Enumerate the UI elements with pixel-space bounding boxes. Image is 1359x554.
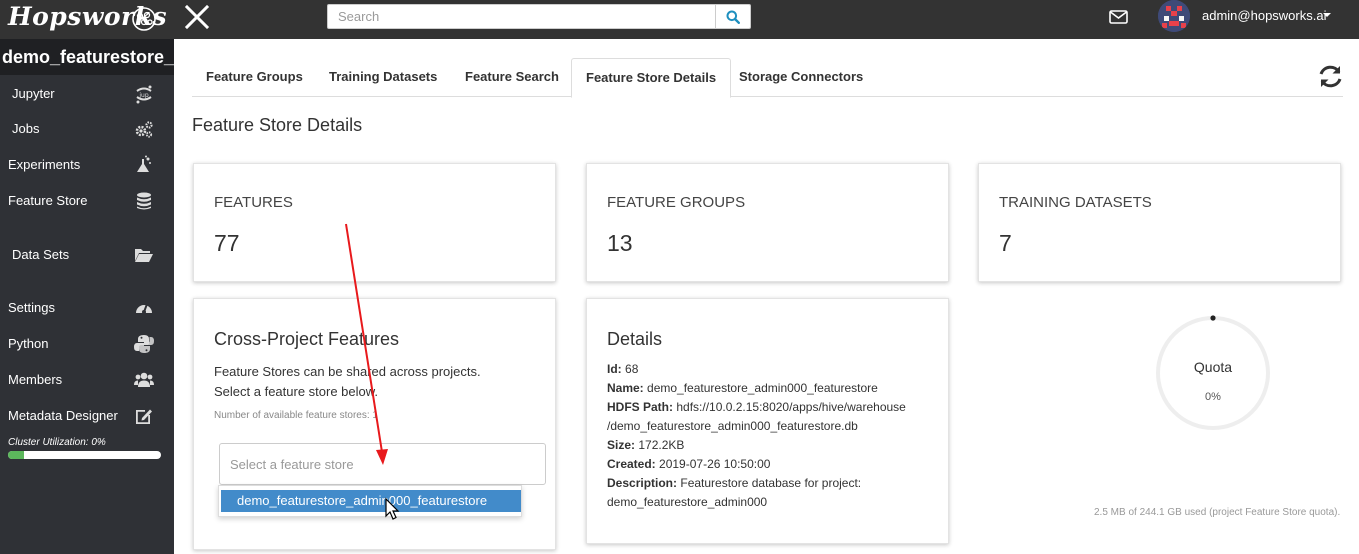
chevron-down-icon[interactable] xyxy=(1323,13,1331,17)
sidebar-item-label: Members xyxy=(8,372,63,387)
sidebar-item-jobs[interactable]: Jobs xyxy=(0,114,174,144)
cross-project-description: Feature Stores can be shared across proj… xyxy=(214,364,481,399)
dashboard-icon xyxy=(136,303,152,314)
sidebar-item-label: Experiments xyxy=(8,157,81,172)
quota-marker xyxy=(1210,315,1216,321)
close-icon[interactable] xyxy=(184,4,210,30)
project-title[interactable]: demo_featurestore_admin000 xyxy=(0,39,174,75)
detail-size: Size: 172.2KB xyxy=(607,438,685,452)
sidebar-item-label: Metadata Designer xyxy=(8,408,118,423)
select-placeholder: Select a feature store xyxy=(230,457,354,472)
features-card: FEATURES 77 xyxy=(193,163,556,282)
details-title: Details xyxy=(607,329,663,349)
sidebar-item-label: Python xyxy=(8,336,49,351)
feature-store-tabs: Feature Groups Training Datasets Feature… xyxy=(192,58,1343,98)
avatar[interactable] xyxy=(1158,0,1190,32)
details-list: Id: 68 Name: demo_featurestore_admin000_… xyxy=(607,360,927,512)
available-feature-stores-count: Number of available feature stores: 1 xyxy=(214,410,378,421)
quota-usage-text: 2.5 MB of 244.1 GB used (project Feature… xyxy=(1094,507,1341,518)
feature-store-select[interactable]: Select a feature store xyxy=(219,443,546,485)
sidebar-item-settings[interactable]: Settings xyxy=(0,293,174,323)
stat-value: 13 xyxy=(607,230,633,256)
sidebar-item-jupyter[interactable]: Jupyter jup xyxy=(0,79,174,109)
cluster-utilization-label: Cluster Utilization: 0% xyxy=(8,437,106,448)
detail-id: Id: 68 xyxy=(607,362,639,376)
svg-text:jup: jup xyxy=(138,92,148,99)
detail-hdfs-path-cont: /demo_featurestore_admin000_featurestore… xyxy=(607,419,858,433)
sidebar-item-label: Settings xyxy=(8,300,55,315)
sidebar-item-python[interactable]: Python xyxy=(0,329,174,359)
tab-storage-connectors[interactable]: Storage Connectors xyxy=(725,58,877,97)
user-menu[interactable]: admin@hopsworks.ai xyxy=(1202,8,1326,23)
flask-icon xyxy=(137,155,151,172)
feature-groups-card: FEATURE GROUPS 13 xyxy=(586,163,949,282)
sidebar-item-experiments[interactable]: Experiments xyxy=(0,150,174,180)
detail-name: Name: demo_featurestore_admin000_feature… xyxy=(607,381,878,395)
tab-feature-store-details[interactable]: Feature Store Details xyxy=(571,58,732,98)
cross-project-title: Cross-Project Features xyxy=(214,329,400,349)
identicon-icon xyxy=(1158,0,1190,32)
sidebar-item-label: Data Sets xyxy=(12,247,70,262)
sidebar-item-metadata-designer[interactable]: Metadata Designer xyxy=(0,401,174,431)
jupyter-icon: jup xyxy=(136,85,152,104)
search-icon xyxy=(726,10,740,24)
tab-feature-groups[interactable]: Feature Groups xyxy=(192,58,317,97)
details-card: Details Id: 68 Name: demo_featurestore_a… xyxy=(586,298,949,544)
cluster-utilization-bar xyxy=(8,451,161,459)
refresh-icon[interactable] xyxy=(1317,63,1344,90)
folder-open-icon xyxy=(135,249,153,262)
stat-label: FEATURES xyxy=(214,194,293,211)
hopsworks-logo-icon xyxy=(132,7,156,31)
feature-store-dropdown: demo_featurestore_admin000_featurestore xyxy=(218,485,522,517)
sidebar: demo_featurestore_admin000 Jupyter jup J… xyxy=(0,39,174,554)
top-navbar: Hopsworks Search admin@hopsworks.ai xyxy=(0,0,1359,39)
quota-percent: 0% xyxy=(1205,391,1221,403)
sidebar-item-members[interactable]: Members xyxy=(0,365,174,395)
gears-icon xyxy=(135,121,153,138)
sidebar-item-data-sets[interactable]: Data Sets xyxy=(0,240,174,270)
cluster-utilization-fill xyxy=(8,451,24,459)
edit-icon xyxy=(136,409,152,424)
detail-created: Created: 2019-07-26 10:50:00 xyxy=(607,457,771,471)
tab-feature-search[interactable]: Feature Search xyxy=(451,58,573,97)
users-icon xyxy=(134,372,154,387)
training-datasets-card: TRAINING DATASETS 7 xyxy=(978,163,1341,282)
database-icon xyxy=(137,192,151,210)
mail-icon[interactable] xyxy=(1109,9,1128,25)
detail-description: Description: Featurestore database for p… xyxy=(607,476,862,490)
detail-hdfs-path: HDFS Path: hdfs://10.0.2.15:8020/apps/hi… xyxy=(607,400,906,414)
tab-training-datasets[interactable]: Training Datasets xyxy=(315,58,451,97)
quota-label: Quota xyxy=(1193,359,1233,375)
detail-description-cont: demo_featurestore_admin000 xyxy=(607,495,768,509)
search-input[interactable] xyxy=(328,5,716,28)
stat-label: FEATURE GROUPS xyxy=(607,194,746,211)
feature-store-option[interactable]: demo_featurestore_admin000_featurestore xyxy=(221,490,521,512)
sidebar-item-label: Jobs xyxy=(12,121,40,136)
search-button[interactable] xyxy=(715,5,750,28)
search-bar xyxy=(327,4,751,29)
python-icon xyxy=(134,335,154,353)
stat-label: TRAINING DATASETS xyxy=(999,194,1152,211)
sidebar-item-feature-store[interactable]: Feature Store xyxy=(0,186,174,216)
stat-value: 7 xyxy=(999,230,1012,256)
sidebar-item-label: Jupyter xyxy=(12,86,55,101)
stat-value: 77 xyxy=(214,230,240,256)
page-title: Feature Store Details xyxy=(192,115,363,135)
sidebar-item-label: Feature Store xyxy=(8,193,88,208)
